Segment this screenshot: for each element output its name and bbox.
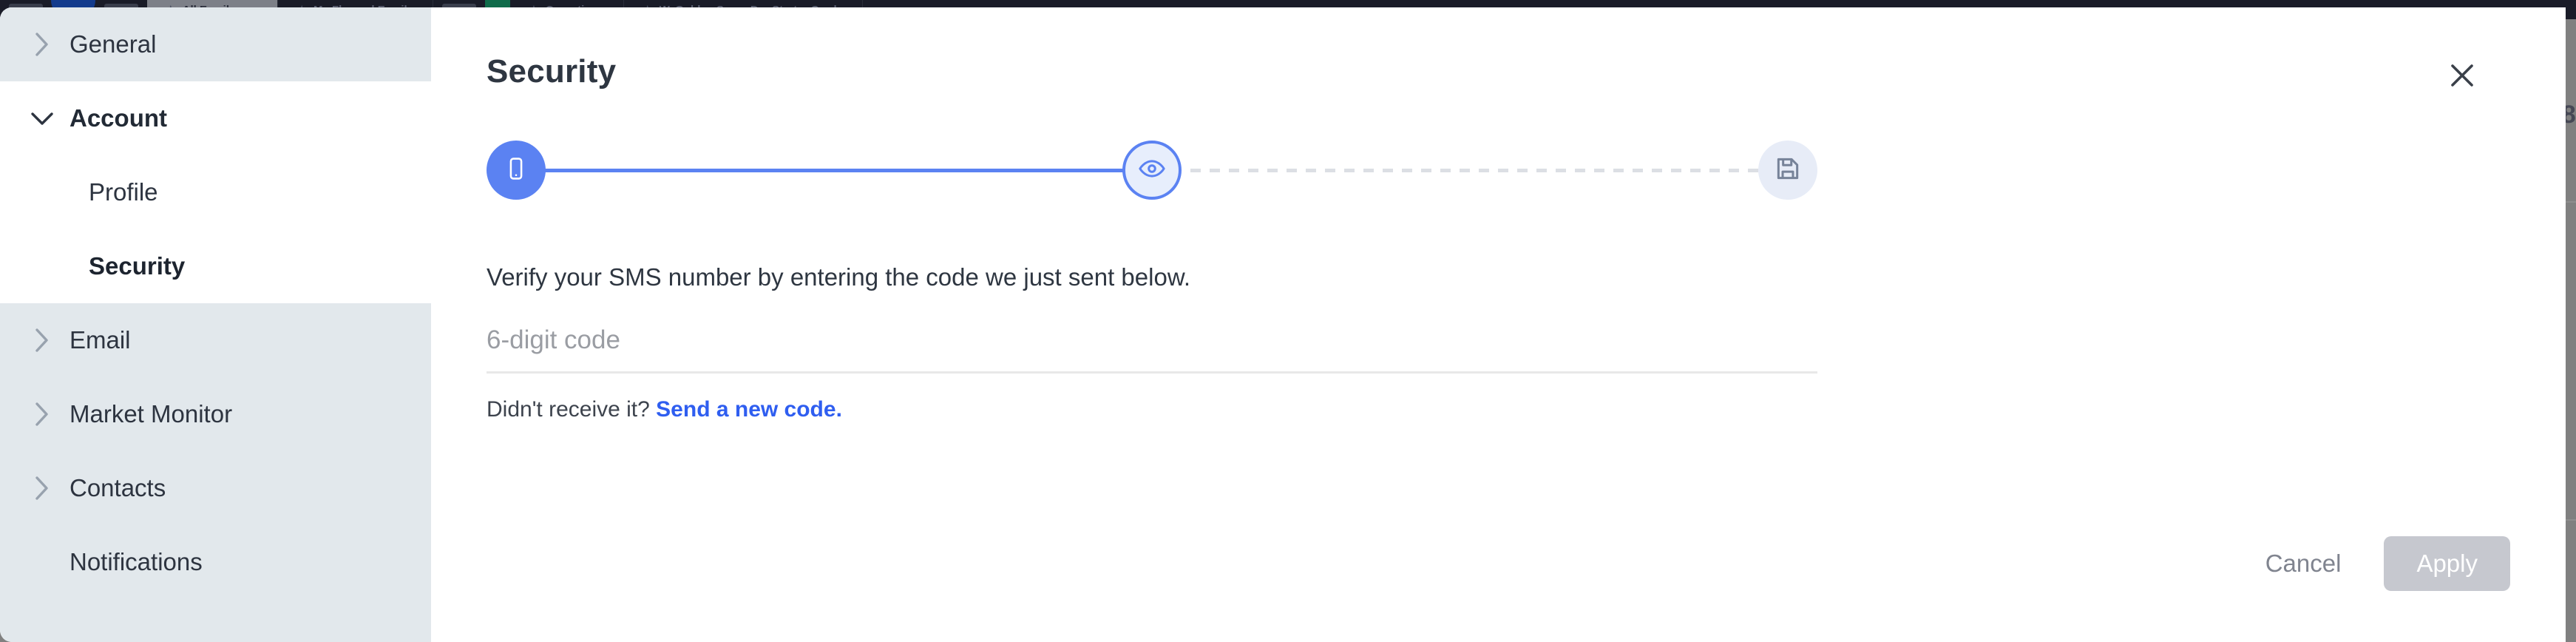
sidebar-item-label: Account: [70, 104, 167, 132]
sidebar-group-notifications: Notifications: [0, 525, 431, 599]
chevron-right-icon: [30, 328, 55, 353]
save-floppy-icon: [1774, 155, 1802, 186]
sidebar-item-market-monitor[interactable]: Market Monitor: [0, 377, 431, 451]
apply-button[interactable]: Apply: [2384, 536, 2510, 591]
sidebar-item-security[interactable]: Security: [0, 229, 431, 303]
sidebar-group-general: General: [0, 7, 431, 81]
close-icon: [2447, 60, 2478, 93]
settings-sidebar: General Account Profile Security: [0, 7, 431, 642]
stepper-connector-pending: [1190, 169, 1767, 172]
sidebar-item-label: Market Monitor: [70, 400, 232, 428]
sidebar-item-label: General: [70, 30, 156, 58]
resend-code-row: Didn't receive it? Send a new code.: [487, 397, 2510, 422]
sidebar-item-label: Profile: [89, 178, 158, 206]
verification-stepper: [487, 141, 1817, 200]
chevron-down-icon: [30, 110, 55, 126]
verification-code-input[interactable]: [487, 322, 1817, 374]
close-button[interactable]: [2439, 53, 2485, 99]
sidebar-item-label: Email: [70, 326, 131, 354]
modal-action-buttons: Cancel Apply: [2240, 536, 2510, 591]
resend-prompt-label: Didn't receive it?: [487, 397, 656, 422]
settings-content-panel: Security: [431, 7, 2566, 642]
modal-header: Security: [487, 7, 2510, 99]
sidebar-item-profile[interactable]: Profile: [0, 155, 431, 229]
chevron-right-icon: [30, 402, 55, 427]
eye-icon: [1138, 155, 1166, 186]
cancel-button[interactable]: Cancel: [2240, 536, 2367, 591]
sidebar-item-label: Security: [89, 252, 185, 280]
sidebar-item-general[interactable]: General: [0, 7, 431, 81]
sidebar-group-email: Email: [0, 303, 431, 377]
mobile-phone-icon: [504, 156, 529, 185]
sidebar-item-email[interactable]: Email: [0, 303, 431, 377]
send-new-code-link[interactable]: Send a new code.: [656, 397, 842, 422]
security-settings-modal: General Account Profile Security: [0, 7, 2566, 642]
sidebar-item-contacts[interactable]: Contacts: [0, 451, 431, 525]
page-title: Security: [487, 53, 616, 90]
stepper-step-verify-code[interactable]: [1122, 141, 1182, 200]
sidebar-item-account[interactable]: Account: [0, 81, 431, 155]
sidebar-item-label: Notifications: [70, 548, 203, 576]
stepper-connector-completed: [540, 169, 1128, 172]
chevron-right-icon: [30, 476, 55, 501]
chevron-right-icon: [30, 32, 55, 57]
sidebar-item-notifications[interactable]: Notifications: [0, 525, 431, 599]
stepper-step-save[interactable]: [1758, 141, 1817, 200]
verification-instruction: Verify your SMS number by entering the c…: [487, 263, 2510, 291]
sidebar-group-market-monitor: Market Monitor: [0, 377, 431, 451]
sidebar-group-contacts: Contacts: [0, 451, 431, 525]
sidebar-group-account: Account Profile Security: [0, 81, 431, 303]
stepper-step-phone[interactable]: [487, 141, 546, 200]
sidebar-item-label: Contacts: [70, 474, 166, 502]
